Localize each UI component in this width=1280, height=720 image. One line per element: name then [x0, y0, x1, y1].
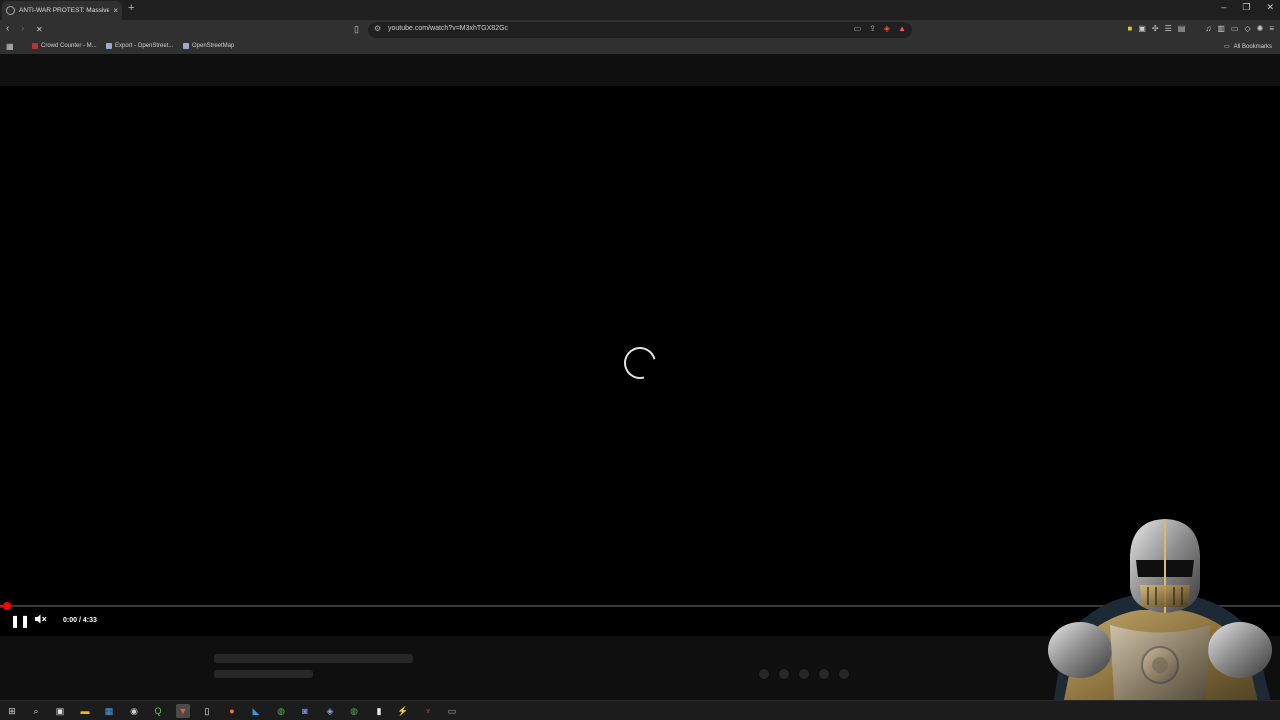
calculator-icon[interactable]: ▦ — [102, 704, 116, 718]
vpn-icon[interactable]: ◇ — [1244, 24, 1250, 33]
menu-icon[interactable]: ≡ — [1269, 24, 1274, 33]
youtube-masthead — [0, 56, 1280, 86]
knight-avatar — [1048, 519, 1275, 720]
install-icon[interactable]: ▭ — [854, 24, 862, 33]
pause-button[interactable]: ❚❚ — [10, 614, 30, 628]
brave-icon[interactable]: ▼ — [176, 704, 190, 718]
start-icon[interactable]: ⊞ — [5, 704, 19, 718]
notepad-icon[interactable]: ▯ — [200, 704, 214, 718]
tab-title: ANTI-WAR PROTEST: Massive P — [19, 7, 110, 14]
forward-button[interactable]: › — [21, 23, 24, 34]
vscode-icon[interactable]: ◣ — [249, 704, 263, 718]
folder-icon: ▭ — [1223, 44, 1230, 50]
tab-close-button[interactable]: × — [113, 6, 118, 15]
discord-icon[interactable]: ◙ — [298, 704, 312, 718]
brave-rewards-icon[interactable]: ▲ — [898, 24, 906, 33]
scrubber-handle[interactable] — [3, 602, 11, 610]
bookmark-favicon-icon — [106, 43, 112, 49]
bookmark-item[interactable]: OpenStreetMap — [183, 43, 234, 49]
new-tab-button[interactable]: + — [128, 2, 134, 14]
toolbar: ‹ › ✕ ▯ ⚙ youtube.com/watch?v=M3xhTGX82G… — [0, 20, 1280, 40]
qgis-icon[interactable]: Q — [151, 704, 165, 718]
url-text[interactable]: youtube.com/watch?v=M3xhTGX82Gc — [388, 25, 508, 32]
media-icon[interactable]: ♫ — [1205, 24, 1211, 33]
brave-shield-icon[interactable]: ◈ — [884, 24, 890, 33]
extension-icons: ■ ▣ ✣ ☰ ▤ ♫ ▥ ▭ ◇ ✺ ≡ — [1128, 24, 1275, 33]
chrome-icon[interactable]: ◍ — [274, 704, 288, 718]
stop-loading-button[interactable]: ✕ — [36, 25, 43, 34]
bookmark-favicon-icon — [183, 43, 189, 49]
mute-button[interactable] — [35, 614, 47, 627]
leo-icon[interactable]: ✺ — [1257, 24, 1264, 33]
folder-extension-icon[interactable]: ■ — [1128, 24, 1133, 33]
bookmark-label: OpenStreetMap — [192, 43, 235, 49]
file-explorer-icon[interactable]: ▬ — [78, 704, 92, 718]
volume-muted-icon — [35, 614, 47, 624]
subtitle-skeleton — [214, 670, 313, 678]
steam-icon[interactable]: ◉ — [127, 704, 141, 718]
bookmarks-bar: ▦ Crowd Counter - M... Export - OpenStre… — [0, 40, 1280, 54]
taskbar: ⊞ ⌕ ▣ ▬ ▦ ◉ Q ▼ ▯ ● ◣ ◍ ◙ ◈ ◍ ▮ ⚡ ♆ ▭ — [0, 700, 1280, 720]
action-skeleton — [839, 669, 849, 679]
extension-icon[interactable]: ▣ — [1138, 24, 1146, 33]
back-button[interactable]: ‹ — [6, 23, 9, 34]
bookmark-item[interactable]: Crowd Counter - M... — [32, 43, 97, 49]
bookmark-label: Crowd Counter - M... — [41, 43, 97, 49]
bookmark-label: Export - OpenStreet... — [115, 43, 174, 49]
browser-tab[interactable]: ANTI-WAR PROTEST: Massive P × — [2, 1, 122, 20]
bookmark-item[interactable]: Export - OpenStreet... — [106, 43, 173, 49]
action-skeleton — [819, 669, 829, 679]
share-icon[interactable]: ⇪ — [869, 24, 876, 33]
tab-search-icon[interactable]: ▤ — [1178, 24, 1186, 33]
action-skeleton — [759, 669, 769, 679]
reading-list-icon[interactable]: ☰ — [1165, 24, 1172, 33]
bookmark-icon[interactable]: ▯ — [354, 24, 359, 35]
all-bookmarks-button[interactable]: ▭ All Bookmarks — [1223, 43, 1272, 51]
app-icon[interactable]: ⚡ — [396, 704, 410, 718]
wallet-icon[interactable]: ▭ — [1231, 24, 1239, 33]
time-display: 0:00 / 4:33 — [63, 617, 97, 624]
tab-strip: ANTI-WAR PROTEST: Massive P × + – ❐ ✕ — [0, 0, 1280, 20]
action-skeleton — [779, 669, 789, 679]
omnibox-actions: ▭ ⇪ ◈ ▲ — [854, 24, 906, 33]
chrome-alt-icon[interactable]: ◍ — [347, 704, 361, 718]
puzzle-icon[interactable]: ✣ — [1152, 24, 1159, 33]
site-info-icon[interactable]: ⚙ — [374, 24, 381, 33]
screen: ANTI-WAR PROTEST: Massive P × + – ❐ ✕ ‹ … — [0, 0, 1280, 720]
restore-button[interactable]: ❐ — [1242, 2, 1250, 13]
close-window-button[interactable]: ✕ — [1266, 2, 1274, 13]
window-controls: – ❐ ✕ — [1221, 2, 1274, 13]
action-skeleton — [799, 669, 809, 679]
search-icon[interactable]: ⌕ — [29, 704, 43, 718]
title-skeleton — [214, 654, 413, 663]
bookmark-favicon-icon — [32, 43, 38, 49]
apps-grid-icon[interactable]: ▦ — [6, 42, 14, 51]
all-bookmarks-label: All Bookmarks — [1233, 43, 1272, 50]
sidebar-icon[interactable]: ▥ — [1217, 24, 1225, 33]
task-view-icon[interactable]: ▣ — [53, 704, 67, 718]
minimize-button[interactable]: – — [1221, 2, 1226, 13]
window-icon[interactable]: ▭ — [445, 704, 459, 718]
document-icon[interactable]: ▮ — [372, 704, 386, 718]
address-bar[interactable]: ⚙ youtube.com/watch?v=M3xhTGX82Gc ▭ ⇪ ◈ … — [368, 22, 912, 38]
app-alt-icon[interactable]: ♆ — [421, 704, 435, 718]
python-icon[interactable]: ◈ — [323, 704, 337, 718]
loading-icon — [6, 6, 15, 15]
firefox-icon[interactable]: ● — [225, 704, 239, 718]
